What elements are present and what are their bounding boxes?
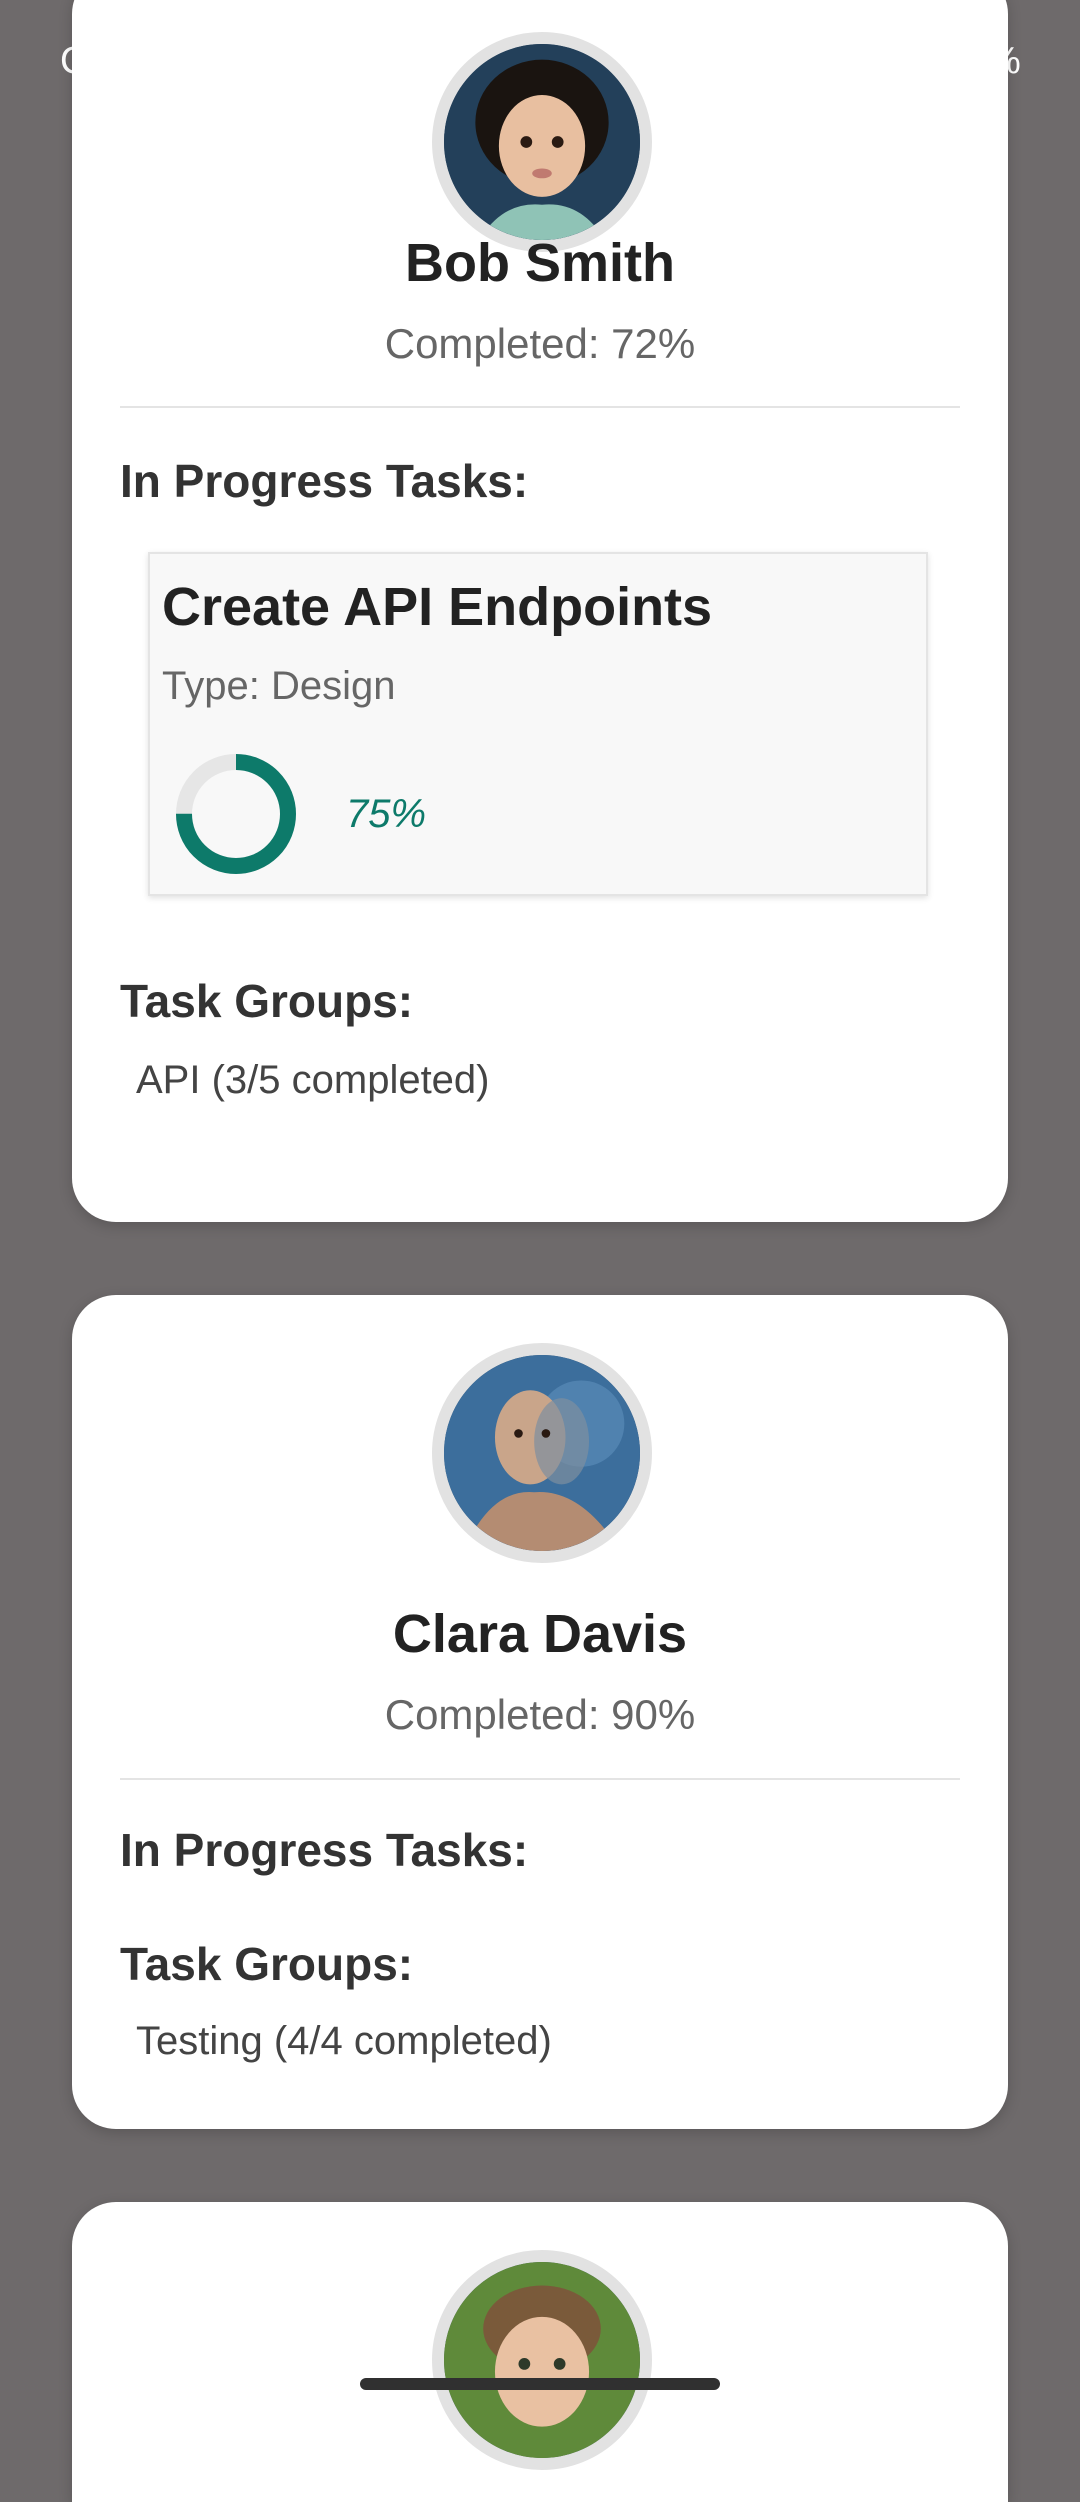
boy-portrait-icon <box>444 2262 640 2458</box>
avatar <box>432 1343 652 1563</box>
child-portrait-icon <box>444 44 640 240</box>
divider <box>120 1778 960 1780</box>
task-title: Create API Endpoints <box>162 577 713 637</box>
avatar <box>432 32 652 252</box>
task-groups-heading: Task Groups: <box>120 975 414 1027</box>
member-card[interactable]: Bob Smith Completed: 72% In Progress Tas… <box>72 0 1008 1222</box>
man-portrait-icon <box>444 1355 640 1551</box>
member-card[interactable]: Clara Davis Completed: 90% In Progress T… <box>72 1295 1008 2129</box>
in-progress-heading: In Progress Tasks: <box>120 1824 529 1876</box>
member-card[interactable] <box>72 2202 1008 2502</box>
task-progress-percent: 75% <box>346 792 427 836</box>
task-groups-heading: Task Groups: <box>120 1938 414 1990</box>
task-card[interactable]: Create API Endpoints Type: Design 75% <box>148 552 928 896</box>
avatar <box>432 2250 652 2470</box>
completion-label: Completed: 72% <box>384 320 696 367</box>
task-group-item: Testing (4/4 completed) <box>136 2019 552 2063</box>
completion-label: Completed: 90% <box>384 1691 696 1738</box>
in-progress-heading: In Progress Tasks: <box>120 455 529 507</box>
home-indicator[interactable] <box>360 2378 720 2390</box>
progress-ring <box>176 754 296 874</box>
task-group-item: API (3/5 completed) <box>136 1058 490 1102</box>
task-type: Type: Design <box>162 664 396 708</box>
member-name: Clara Davis <box>392 1604 688 1664</box>
member-name: Bob Smith <box>405 233 675 293</box>
divider <box>120 406 960 408</box>
